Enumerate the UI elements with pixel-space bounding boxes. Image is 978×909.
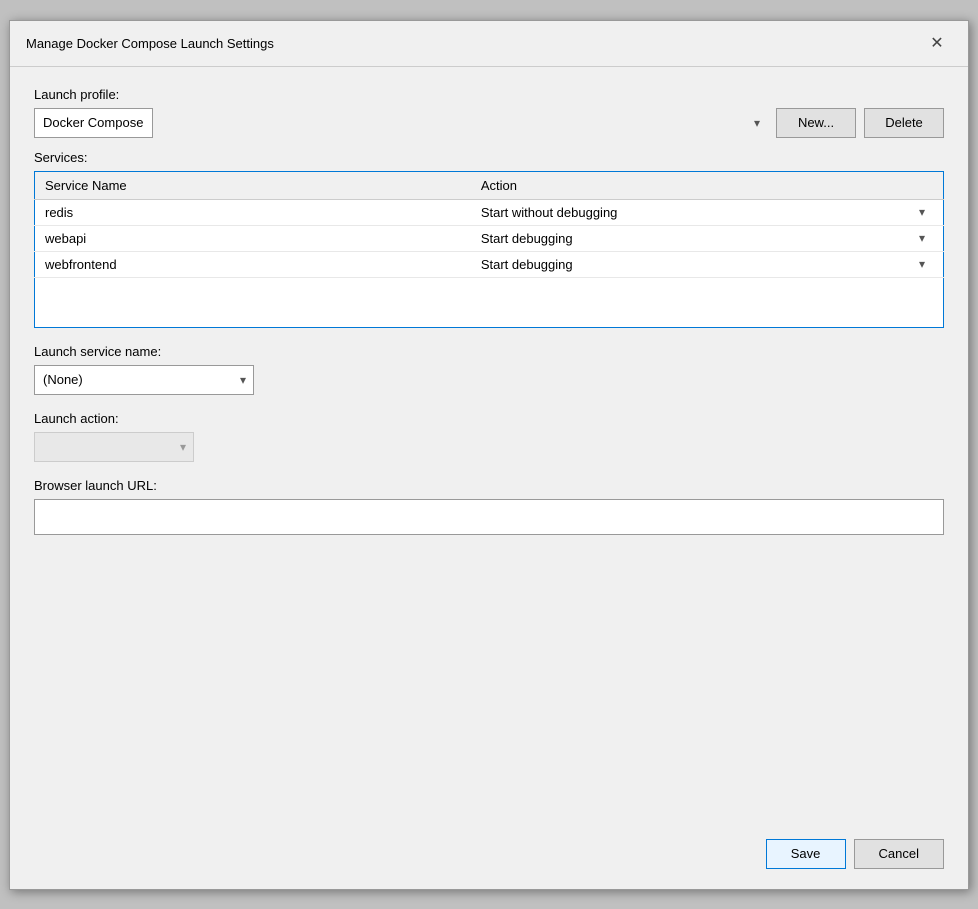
launch-service-name-label: Launch service name: [34,344,944,359]
services-section: Services: Service Name Action redis [34,150,944,328]
cancel-button[interactable]: Cancel [854,839,944,869]
browser-url-input[interactable] [34,499,944,535]
service-name-cell: webapi [35,225,471,251]
action-select-2[interactable]: Start without debugging Start debugging … [481,257,933,272]
service-name-cell: redis [35,199,471,225]
launch-action-select[interactable] [34,432,194,462]
services-label: Services: [34,150,944,165]
action-cell: Start without debugging Start debugging … [471,251,944,277]
launch-service-select[interactable]: (None) redis webapi webfrontend [34,365,254,395]
browser-url-section: Browser launch URL: [34,478,944,535]
action-cell: Start without debugging Start debugging … [471,199,944,225]
action-select-wrapper-2: Start without debugging Start debugging … [481,257,933,272]
launch-action-label: Launch action: [34,411,944,426]
table-row: webapi Start without debugging Start deb… [35,225,944,251]
launch-profile-label: Launch profile: [34,87,944,102]
service-name-cell: webfrontend [35,251,471,277]
col-header-action: Action [471,171,944,199]
launch-service-section: Launch service name: (None) redis webapi… [34,344,944,395]
profile-row: Docker Compose New... Delete [34,108,944,138]
table-row: redis Start without debugging Start debu… [35,199,944,225]
main-dialog: Manage Docker Compose Launch Settings ✕ … [9,20,969,890]
table-header-row: Service Name Action [35,171,944,199]
dialog-body: Launch profile: Docker Compose New... De… [10,67,968,827]
services-table-body: redis Start without debugging Start debu… [35,199,944,327]
empty-cell-left [35,277,471,327]
services-table: Service Name Action redis Start without … [34,171,944,328]
empty-cell-right [471,277,944,327]
title-bar: Manage Docker Compose Launch Settings ✕ [10,21,968,67]
save-button[interactable]: Save [766,839,846,869]
launch-action-section: Launch action: [34,411,944,462]
launch-action-select-wrapper [34,432,194,462]
action-select-0[interactable]: Start without debugging Start debugging … [481,205,933,220]
col-header-service-name: Service Name [35,171,471,199]
action-select-wrapper-0: Start without debugging Start debugging … [481,205,933,220]
launch-profile-section: Launch profile: Docker Compose New... De… [34,87,944,138]
dialog-title: Manage Docker Compose Launch Settings [26,36,274,51]
new-button[interactable]: New... [776,108,856,138]
action-select-1[interactable]: Start without debugging Start debugging … [481,231,933,246]
table-row-empty [35,277,944,327]
table-row: webfrontend Start without debugging Star… [35,251,944,277]
close-button[interactable]: ✕ [922,28,952,58]
dialog-footer: Save Cancel [10,827,968,889]
launch-profile-select-wrapper: Docker Compose [34,108,768,138]
action-select-wrapper-1: Start without debugging Start debugging … [481,231,933,246]
launch-service-select-wrapper: (None) redis webapi webfrontend [34,365,254,395]
browser-url-label: Browser launch URL: [34,478,944,493]
delete-button[interactable]: Delete [864,108,944,138]
action-cell: Start without debugging Start debugging … [471,225,944,251]
launch-profile-select[interactable]: Docker Compose [34,108,153,138]
